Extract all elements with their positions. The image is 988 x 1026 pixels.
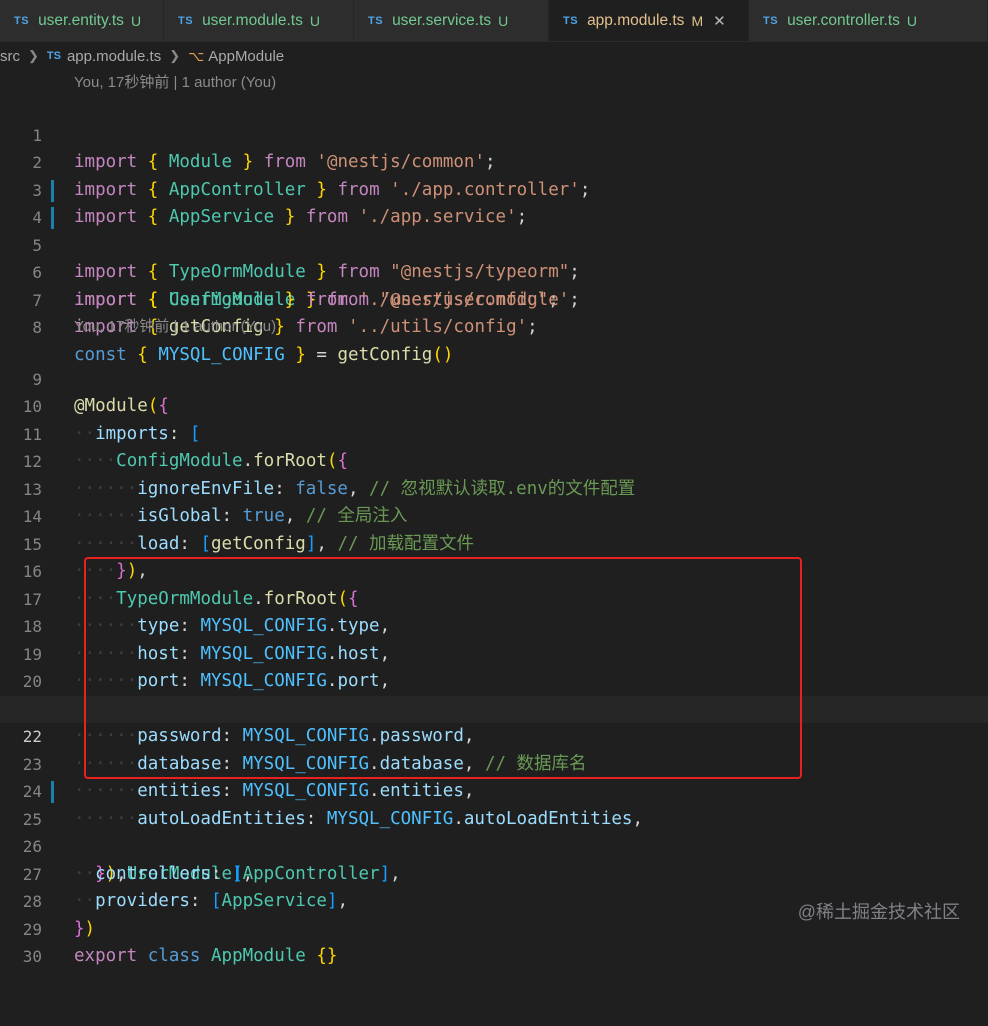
breadcrumb-folder[interactable]: src bbox=[0, 48, 20, 65]
code-line: 28 }) bbox=[0, 861, 988, 939]
code-line: 13 ······isGlobal: true, // 全局注入 bbox=[0, 448, 988, 527]
watermark: @稀土掘金技术社区 bbox=[797, 902, 960, 922]
code-line: 8 const { MYSQL_CONFIG } = getConfig() bbox=[0, 287, 988, 365]
tab-label: user.entity.ts bbox=[38, 12, 124, 29]
editor-tab-bar: TS user.entity.ts U TS user.module.ts U … bbox=[0, 0, 988, 42]
codelens-author[interactable]: You, 17秒钟前 | 1 author (You) bbox=[74, 71, 276, 95]
code-line: 6 import { UserModule } from './user/use… bbox=[0, 232, 988, 310]
codelens-author[interactable]: You, 17秒钟前 | 1 author (You) bbox=[74, 315, 276, 339]
highlight-box bbox=[84, 557, 802, 779]
code-line: 9 @Module({ bbox=[0, 338, 988, 417]
code-line: 16 ····TypeOrmModule.forRoot({ bbox=[0, 531, 988, 609]
code-line: 10 ··imports: [ bbox=[0, 366, 988, 444]
typescript-file-icon: TS bbox=[368, 15, 384, 27]
typescript-file-icon: TS bbox=[563, 15, 579, 27]
code-line: 3 import { AppService } from './app.serv… bbox=[0, 149, 988, 228]
code-line: 5 import { ConfigModule } from "@nestjs/… bbox=[0, 204, 988, 310]
code-line: 25 ··}),UserModule], bbox=[0, 778, 988, 884]
git-added-gutter bbox=[51, 179, 54, 202]
class-symbol-icon: ⌥ bbox=[188, 47, 205, 64]
tab-app-module[interactable]: TS app.module.ts M ✕ bbox=[549, 0, 749, 41]
code-line: 26 ··controllers: [AppController], bbox=[0, 806, 988, 884]
code-line: 15 ····}), bbox=[0, 503, 988, 582]
typescript-file-icon: TS bbox=[178, 15, 194, 27]
tab-user-service[interactable]: TS user.service.ts U bbox=[354, 0, 549, 41]
chevron-right-icon: ❯ bbox=[169, 48, 181, 63]
typescript-file-icon: TS bbox=[763, 15, 779, 27]
breadcrumb-symbol[interactable]: AppModule bbox=[208, 48, 284, 65]
git-status-badge: U bbox=[498, 13, 509, 29]
code-line: 2 import { AppController } from './app.c… bbox=[0, 122, 988, 200]
typescript-file-icon: TS bbox=[14, 15, 30, 27]
breadcrumb-file[interactable]: app.module.ts bbox=[67, 48, 161, 65]
chevron-right-icon: ❯ bbox=[28, 48, 39, 63]
code-line: 1 import { Module } from '@nestjs/common… bbox=[0, 94, 988, 173]
tab-user-module[interactable]: TS user.module.ts U bbox=[164, 0, 354, 41]
typescript-file-icon: TS bbox=[46, 50, 61, 62]
git-added-gutter bbox=[51, 781, 54, 803]
code-line: 7 import { getConfig } from '../utils/co… bbox=[0, 259, 988, 338]
tab-user-entity[interactable]: TS user.entity.ts U bbox=[0, 0, 164, 41]
code-line: 12 ······ignoreEnvFile: false, // 忽视默认读取… bbox=[0, 421, 988, 499]
code-line: 11 ····ConfigModule.forRoot({ bbox=[0, 393, 988, 472]
breadcrumb: src ❯ TS app.module.ts ❯ ⌥ AppModule bbox=[0, 43, 988, 69]
tab-user-controller[interactable]: TS user.controller.ts U bbox=[749, 0, 988, 41]
code-line: 27 ··providers: [AppService], bbox=[0, 833, 988, 912]
close-icon[interactable]: ✕ bbox=[713, 12, 726, 30]
git-status-badge: M bbox=[691, 13, 704, 29]
git-added-gutter bbox=[51, 207, 54, 229]
tab-label: user.module.ts bbox=[202, 12, 303, 29]
git-status-badge: U bbox=[309, 13, 320, 29]
tab-label: user.service.ts bbox=[392, 12, 492, 29]
code-line: 4 import { TypeOrmModule } from "@nestjs… bbox=[0, 177, 988, 282]
git-status-badge: U bbox=[130, 13, 142, 29]
line-number: 30 bbox=[22, 947, 42, 966]
code-line: 14 ······load: [getConfig], // 加载配置文件 bbox=[0, 476, 988, 554]
git-status-badge: U bbox=[906, 13, 918, 29]
tab-label: user.controller.ts bbox=[787, 12, 900, 29]
tab-label: app.module.ts bbox=[587, 12, 685, 29]
